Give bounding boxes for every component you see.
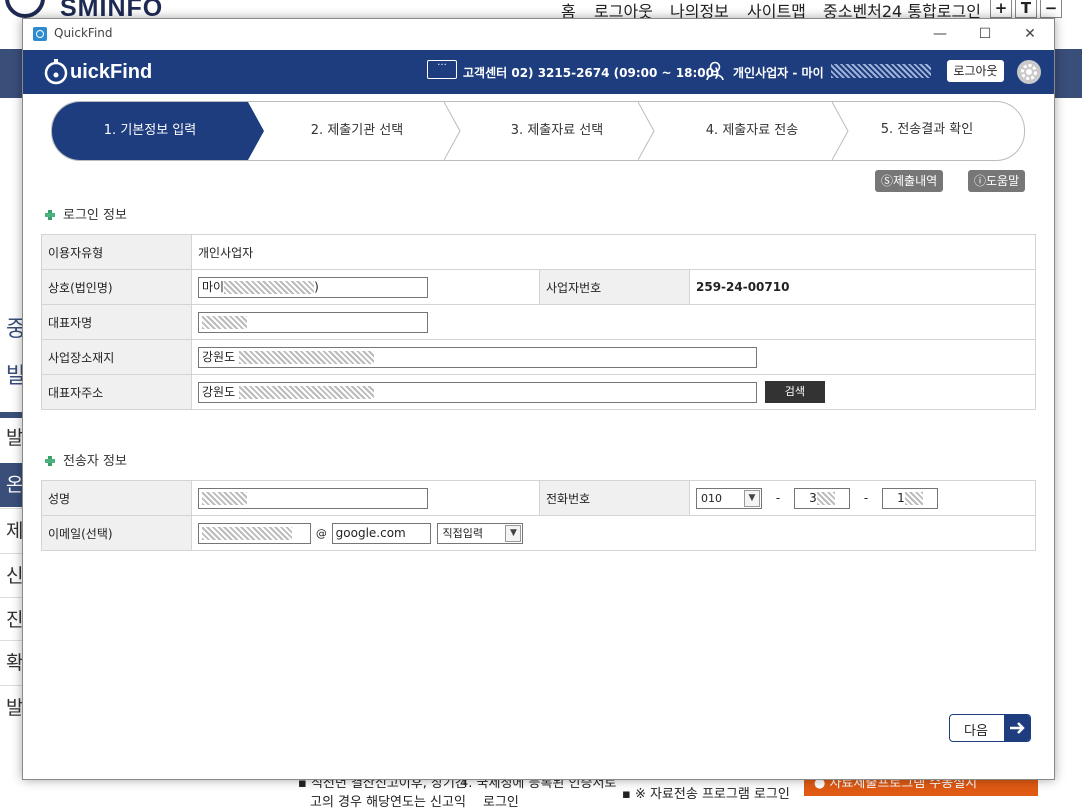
quickfind-logo-icon: [44, 59, 68, 85]
ceo-address-text: 강원도: [202, 384, 236, 399]
arrow-right-icon: [1004, 715, 1030, 741]
chevron-down-icon: ▼: [744, 489, 760, 507]
user-type-value: 개인사업자: [191, 234, 1036, 270]
company-name-label: 상호(법인명): [41, 269, 192, 305]
step-2: 2. 제출기관 선택: [262, 102, 452, 160]
business-number-label: 사업자번호: [539, 269, 690, 305]
help-button[interactable]: ⓘ도움말: [968, 170, 1026, 192]
window-titlebar[interactable]: QuickFind — ☐ ✕: [23, 19, 1054, 50]
background-text: 고의 경우 해당연도는 신고익: [310, 795, 466, 810]
email-domain-select-value: 직접입력: [442, 526, 483, 540]
font-decrease-button[interactable]: −: [1040, 0, 1062, 18]
company-name-suffix: ): [314, 279, 319, 294]
step-5: 5. 전송결과 확인: [852, 102, 1002, 160]
sender-name-label: 성명: [41, 480, 192, 516]
sender-name-field[interactable]: [198, 487, 428, 509]
at-sign: @: [315, 526, 327, 540]
background-text: 로그인: [483, 795, 519, 810]
step-1: 1. 기본정보 입력: [52, 102, 248, 160]
ceo-name-field[interactable]: [198, 311, 428, 333]
background-text: ▪ ※ 자료전송 프로그램 로그인: [622, 787, 790, 802]
ceo-address-field[interactable]: 강원도: [198, 381, 757, 403]
user-type-label: 이용자유형: [41, 234, 192, 270]
login-info-table: 이용자유형 개인사업자 상호(법인명) 마이) 사업자번호 259-24-007…: [41, 234, 1036, 410]
government-logo-icon: [5, 0, 45, 18]
phone-middle-field[interactable]: 3: [794, 487, 850, 509]
app-icon: [33, 27, 47, 41]
plus-icon: [45, 210, 55, 220]
chevron-down-icon: ▼: [505, 524, 522, 542]
dash: -: [863, 490, 869, 505]
font-increase-button[interactable]: +: [990, 0, 1012, 18]
step-progress-bar: 1. 기본정보 입력 2. 제출기관 선택 3. 제출자료 선택 4. 제출자료…: [51, 101, 1025, 161]
redacted-mask: [904, 491, 923, 505]
call-center-text: 고객센터 02) 3215-2674 (09:00 ~ 18:00): [463, 66, 720, 80]
email-domain-select[interactable]: 직접입력 ▼: [437, 522, 524, 544]
redacted-mask: [238, 385, 374, 399]
window-title: QuickFind: [54, 26, 113, 40]
user-name: 개인사업자 - 마이: [733, 66, 824, 80]
step-3: 3. 제출자료 선택: [462, 102, 652, 160]
email-domain-field[interactable]: google.com: [331, 522, 431, 544]
font-reset-button[interactable]: T: [1015, 0, 1037, 18]
redacted-mask: [224, 280, 315, 294]
redacted-mask: [202, 315, 247, 329]
redacted-mask: [816, 491, 835, 505]
phone-label: 전화번호: [539, 480, 690, 516]
company-name-field[interactable]: 마이): [198, 276, 428, 298]
section-title-text: 로그인 정보: [63, 208, 127, 223]
business-number-value: 259-24-00710: [689, 269, 1036, 305]
step-chevron: [832, 102, 849, 160]
redacted-mask: [238, 350, 374, 364]
submission-history-button[interactable]: Ⓢ제출내역: [875, 170, 944, 192]
address-search-button[interactable]: 검색: [764, 381, 825, 403]
dash: -: [775, 490, 781, 505]
ceo-name-label: 대표자명: [41, 304, 192, 340]
maximize-button[interactable]: ☐: [970, 23, 1000, 45]
plus-icon: [45, 456, 55, 466]
step-chevron: [638, 102, 655, 160]
sender-info-table: 성명 전화번호 010 ▼ - 3 - 1 이메일(선택) @ google.co…: [41, 480, 1036, 551]
business-address-field[interactable]: 강원도: [198, 346, 757, 368]
phone-last-text: 1: [897, 490, 905, 505]
next-button-label: 다음: [964, 724, 988, 739]
logout-button[interactable]: 로그아웃: [947, 60, 1004, 82]
phone-last-field[interactable]: 1: [882, 487, 938, 509]
email-label: 이메일(선택): [41, 515, 192, 551]
brand-name: uickFind: [70, 61, 153, 83]
close-button[interactable]: ✕: [1015, 23, 1045, 45]
company-name-text: 마이: [202, 279, 225, 294]
minimize-button[interactable]: —: [925, 23, 955, 45]
section-title-text: 전송자 정보: [63, 454, 127, 469]
step-4: 4. 제출자료 전송: [657, 102, 847, 160]
business-address-label: 사업장소재지: [41, 339, 192, 375]
step-label: 2. 제출기관 선택: [310, 123, 404, 138]
next-button[interactable]: 다음: [949, 714, 1031, 742]
chat-icon: ···: [427, 60, 457, 79]
step-label: 1. 기본정보 입력: [103, 123, 197, 138]
sender-info-title: 전송자 정보: [45, 450, 127, 469]
step-label: 5. 전송결과 확인: [880, 122, 974, 137]
step-label: 4. 제출자료 전송: [705, 123, 799, 138]
redacted-mask: [202, 491, 247, 505]
step-chevron: [444, 102, 461, 160]
phone-prefix-select[interactable]: 010 ▼: [696, 487, 762, 509]
step-label: 3. 제출자료 선택: [510, 123, 604, 138]
ceo-address-label: 대표자주소: [41, 374, 192, 410]
quickfind-window: QuickFind — ☐ ✕ uickFind ··· 고객센터 02) 32…: [22, 18, 1055, 780]
redacted-mask: [202, 526, 292, 540]
settings-gear-icon[interactable]: [1017, 60, 1041, 84]
app-header: uickFind ··· 고객센터 02) 3215-2674 (09:00 ~…: [23, 50, 1054, 94]
email-id-field[interactable]: [198, 522, 311, 544]
phone-middle-text: 3: [809, 490, 817, 505]
phone-prefix-value: 010: [701, 491, 722, 505]
login-info-title: 로그인 정보: [45, 204, 127, 223]
user-icon: [706, 61, 724, 81]
business-address-text: 강원도: [202, 349, 236, 364]
user-name-redacted: [831, 64, 931, 78]
